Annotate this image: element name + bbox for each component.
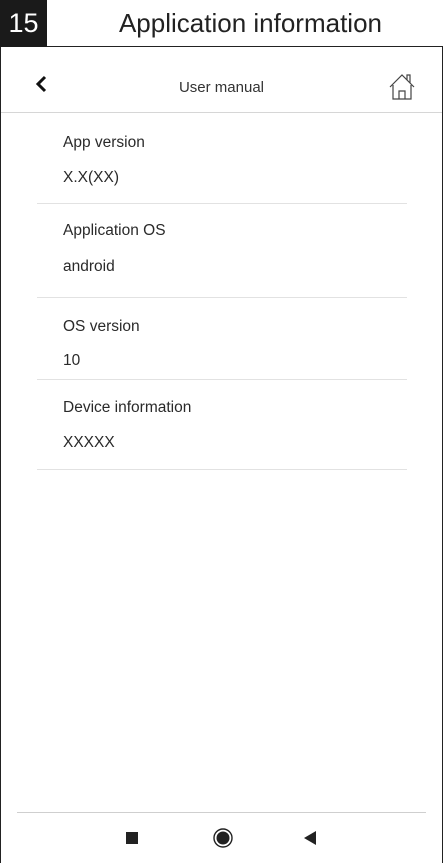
- circle-icon: [213, 828, 233, 848]
- system-nav-bar: [17, 812, 426, 863]
- info-label: OS version: [63, 318, 140, 335]
- page-title: Application information: [118, 8, 383, 38]
- home-icon: [389, 74, 415, 100]
- info-item-application-os: Application OS android: [37, 203, 407, 298]
- info-value: android: [63, 258, 115, 275]
- title-bar: 15 Application information: [0, 0, 443, 47]
- info-item-app-version: App version X.X(XX): [37, 112, 407, 204]
- info-label: Application OS: [63, 222, 166, 239]
- info-item-os-version: OS version 10: [37, 297, 407, 380]
- info-value: X.X(XX): [63, 169, 119, 186]
- info-item-device-information: Device information XXXXX: [37, 379, 407, 470]
- triangle-back-icon: [304, 831, 316, 845]
- manual-page: 15 Application information User manual A…: [0, 0, 443, 863]
- nav-bar: User manual: [1, 47, 442, 113]
- nav-title: User manual: [178, 79, 265, 96]
- home-button[interactable]: [388, 72, 416, 102]
- system-back-button[interactable]: [299, 827, 321, 849]
- square-icon: [126, 832, 138, 844]
- phone-screen: User manual App version X.X(XX) Applicat…: [0, 47, 443, 863]
- page-number: 15: [0, 0, 47, 47]
- info-label: Device information: [63, 399, 192, 416]
- info-value: XXXXX: [63, 434, 115, 451]
- info-value: 10: [63, 352, 81, 369]
- recent-apps-button[interactable]: [121, 827, 143, 849]
- system-home-button[interactable]: [212, 827, 234, 849]
- info-label: App version: [63, 134, 145, 151]
